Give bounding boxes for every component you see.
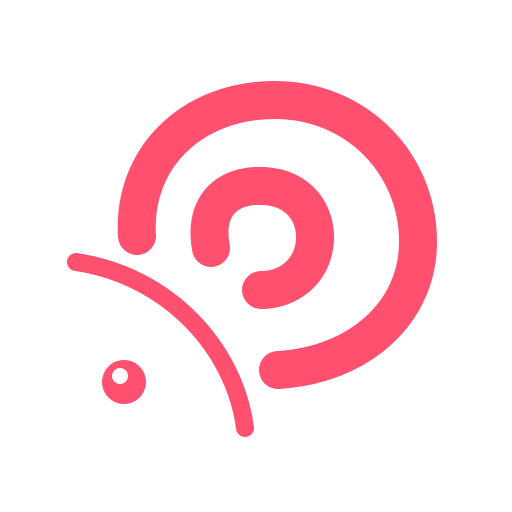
snail-eye-highlight: [112, 368, 128, 384]
snail-spiral-logo-icon: [0, 0, 512, 512]
logo-canvas: [0, 0, 512, 512]
